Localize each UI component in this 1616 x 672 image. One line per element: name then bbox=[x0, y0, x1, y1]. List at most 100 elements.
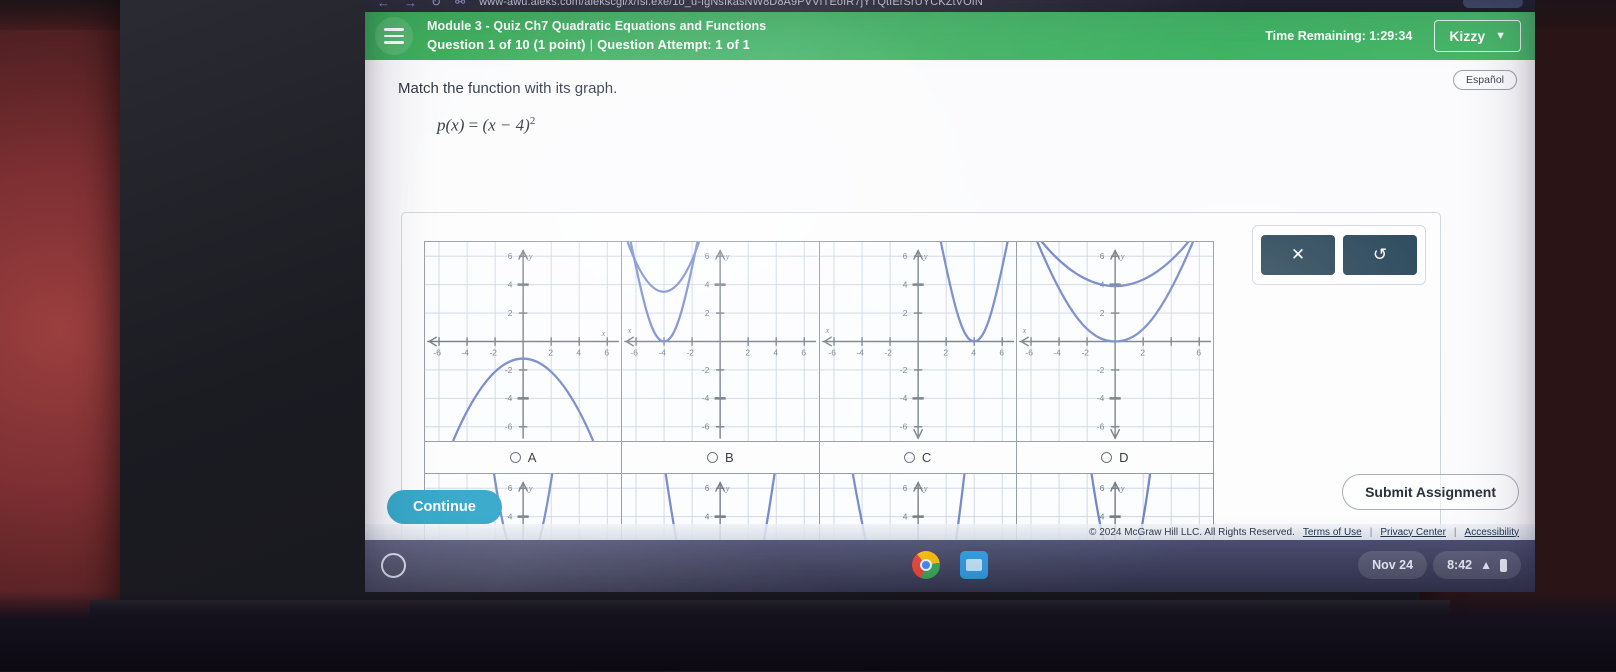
graph-cell-a[interactable]: -6 -4 -2 2 4 6 6 4 2 -2 -4 -6 y x bbox=[425, 242, 623, 442]
radio-button-a[interactable] bbox=[509, 452, 521, 463]
browser-toolbar: ← → ↻ ⚯ www-awu.aleks.com/alekscgi/x/Isl… bbox=[365, 0, 1535, 12]
svg-text:y: y bbox=[1119, 251, 1124, 261]
svg-text:6: 6 bbox=[802, 348, 807, 358]
svg-text:-4: -4 bbox=[702, 393, 710, 403]
graph-choice-grid: -6 -4 -2 2 4 6 6 4 2 -2 -4 -6 y x -6 -4 -2 … bbox=[424, 241, 1214, 551]
svg-text:-4: -4 bbox=[659, 348, 667, 358]
site-info-icon[interactable]: ⚯ bbox=[455, 0, 465, 9]
svg-text:6: 6 bbox=[705, 483, 710, 493]
svg-text:4: 4 bbox=[902, 279, 907, 289]
graph-cell-c[interactable]: -6 -4 -2 2 4 6 6 4 2 -2 -4 -6 y x bbox=[819, 242, 1017, 442]
launcher-circle-icon[interactable] bbox=[381, 553, 406, 578]
choice-option-d[interactable]: D bbox=[1016, 442, 1214, 474]
formula-body: (x − 4) bbox=[482, 115, 530, 135]
svg-text:-2: -2 bbox=[505, 365, 513, 375]
header-titles: Module 3 - Quiz Ch7 Quadratic Equations … bbox=[427, 18, 1265, 54]
svg-text:y: y bbox=[528, 483, 533, 493]
radio-button-b[interactable] bbox=[707, 452, 719, 463]
radio-button-c[interactable] bbox=[903, 452, 915, 463]
choice-option-a[interactable]: A bbox=[425, 442, 623, 474]
svg-text:4: 4 bbox=[705, 511, 710, 521]
chevron-down-icon: ▼ bbox=[1495, 30, 1506, 42]
question-content: Español Match the function with its grap… bbox=[365, 60, 1535, 552]
progress-separator: | bbox=[589, 36, 594, 52]
time-remaining: Time Remaining: 1:29:34 bbox=[1265, 29, 1413, 43]
files-app-icon[interactable] bbox=[960, 551, 988, 579]
svg-text:4: 4 bbox=[774, 348, 779, 358]
svg-text:6: 6 bbox=[705, 251, 710, 261]
graph-cell-b[interactable]: -6 -4 -2 2 4 6 6 4 2 -2 -4 -6 y x bbox=[622, 242, 820, 442]
svg-text:-4: -4 bbox=[1097, 393, 1105, 403]
svg-text:y: y bbox=[922, 483, 927, 493]
undo-icon[interactable]: ↺ bbox=[1343, 235, 1417, 275]
forward-arrow-icon[interactable]: → bbox=[404, 0, 417, 10]
back-arrow-icon[interactable]: ← bbox=[377, 0, 390, 10]
answer-panel: ✕ ↺ -6 -4 -2 2 4 6 6 4 2 -2 -4 -6 y x -6… bbox=[401, 212, 1441, 552]
svg-text:-6: -6 bbox=[702, 422, 710, 432]
address-bar[interactable]: www-awu.aleks.com/alekscgi/x/Isl.exe/1o_… bbox=[479, 0, 1449, 8]
svg-text:2: 2 bbox=[943, 348, 948, 358]
svg-text:6: 6 bbox=[508, 483, 513, 493]
svg-text:-2: -2 bbox=[687, 348, 695, 358]
formula-exponent: 2 bbox=[529, 115, 536, 127]
page-footer: © 2024 McGraw Hill LLC. All Rights Reser… bbox=[365, 524, 1535, 540]
choice-label-d: D bbox=[1119, 450, 1129, 465]
reload-icon[interactable]: ↻ bbox=[431, 0, 441, 9]
choice-option-b[interactable]: B bbox=[622, 442, 820, 474]
hamburger-menu-icon[interactable] bbox=[375, 17, 413, 55]
svg-text:4: 4 bbox=[576, 348, 581, 358]
svg-text:-6: -6 bbox=[631, 348, 639, 358]
svg-text:-2: -2 bbox=[899, 365, 907, 375]
clear-x-icon[interactable]: ✕ bbox=[1261, 235, 1335, 275]
svg-text:y: y bbox=[725, 483, 730, 493]
choice-option-c[interactable]: C bbox=[819, 442, 1017, 474]
terms-of-use-link[interactable]: Terms of Use bbox=[1303, 527, 1362, 538]
svg-text:x: x bbox=[601, 328, 606, 338]
svg-text:2: 2 bbox=[746, 348, 751, 358]
status-tray-pill[interactable]: 8:42 ▲ bbox=[1433, 551, 1521, 579]
choice-label-b: B bbox=[725, 450, 734, 465]
continue-button[interactable]: Continue bbox=[387, 490, 502, 524]
svg-text:-6: -6 bbox=[1025, 348, 1033, 358]
formula-equals: = bbox=[468, 115, 479, 135]
question-counter: Question 1 of 10 (1 point) bbox=[427, 36, 586, 52]
status-tray: Nov 24 8:42 ▲ bbox=[1358, 551, 1521, 579]
svg-text:y: y bbox=[725, 251, 730, 261]
svg-text:6: 6 bbox=[1196, 348, 1201, 358]
svg-text:y: y bbox=[528, 251, 533, 261]
svg-text:-6: -6 bbox=[1097, 422, 1105, 432]
svg-text:-4: -4 bbox=[461, 348, 469, 358]
svg-text:6: 6 bbox=[999, 348, 1004, 358]
question-progress: Question 1 of 10 (1 point) | Question Atte… bbox=[427, 36, 1265, 54]
graph-cell-d[interactable]: -6 -4 -2 2 6 64 2 -2 -4 -6 yx bbox=[1016, 242, 1214, 442]
aleks-header: Module 3 - Quiz Ch7 Quadratic Equations … bbox=[365, 12, 1535, 60]
svg-text:x: x bbox=[627, 325, 632, 335]
svg-text:-2: -2 bbox=[884, 348, 892, 358]
profile-avatar[interactable] bbox=[1463, 0, 1523, 8]
quiz-title: Module 3 - Quiz Ch7 Quadratic Equations … bbox=[427, 18, 767, 33]
submit-assignment-button[interactable]: Submit Assignment bbox=[1342, 474, 1519, 510]
svg-text:x: x bbox=[1021, 325, 1026, 335]
user-name: Kizzy bbox=[1449, 28, 1486, 44]
svg-text:-4: -4 bbox=[899, 393, 907, 403]
footer-separator-2: | bbox=[1453, 526, 1457, 538]
laptop-bezel: ← → ↻ ⚯ www-awu.aleks.com/alekscgi/x/Isl… bbox=[120, 0, 1535, 612]
footer-separator-1: | bbox=[1369, 526, 1373, 538]
radio-button-d[interactable] bbox=[1101, 452, 1113, 463]
chromeos-shelf: Nov 24 8:42 ▲ bbox=[365, 540, 1535, 592]
date-tray-pill[interactable]: Nov 24 bbox=[1358, 551, 1428, 579]
formula-arg: (x) bbox=[445, 115, 465, 135]
laptop-screen: ← → ↻ ⚯ www-awu.aleks.com/alekscgi/x/Isl… bbox=[365, 0, 1535, 592]
espanol-button[interactable]: Español bbox=[1453, 70, 1517, 90]
privacy-center-link[interactable]: Privacy Center bbox=[1380, 527, 1446, 538]
svg-text:4: 4 bbox=[971, 348, 976, 358]
user-menu-button[interactable]: Kizzy ▼ bbox=[1434, 20, 1521, 52]
shelf-date: Nov 24 bbox=[1372, 558, 1414, 572]
svg-text:2: 2 bbox=[705, 308, 710, 318]
accessibility-link[interactable]: Accessibility bbox=[1465, 527, 1519, 538]
svg-text:6: 6 bbox=[1099, 483, 1104, 493]
svg-text:2: 2 bbox=[1099, 308, 1104, 318]
svg-text:2: 2 bbox=[1140, 348, 1145, 358]
chrome-icon[interactable] bbox=[912, 551, 940, 579]
battery-icon bbox=[1500, 558, 1507, 572]
